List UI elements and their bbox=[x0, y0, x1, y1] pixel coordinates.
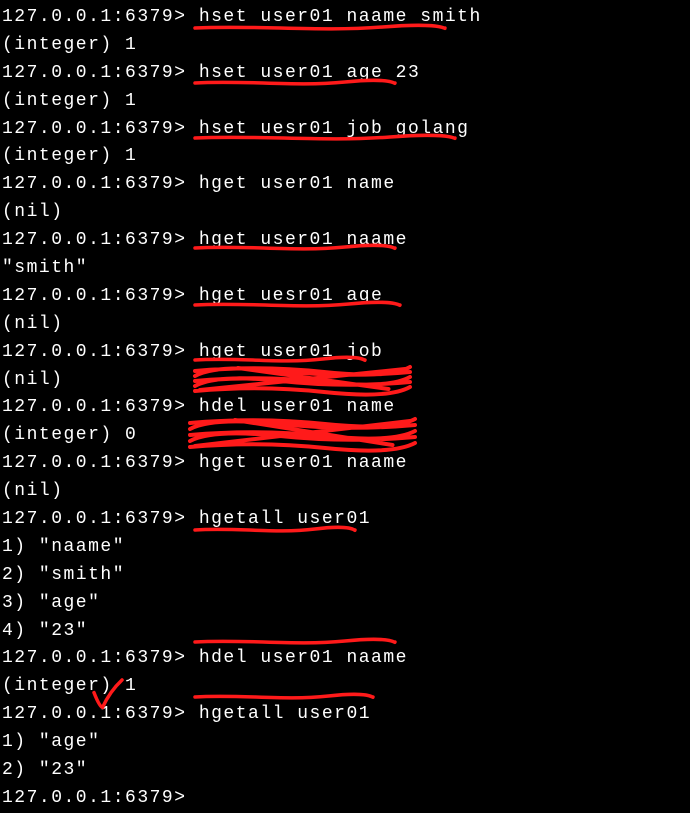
terminal-command-line: 127.0.0.1:6379> hget user01 name bbox=[2, 171, 688, 199]
command-text: hget user01 naame bbox=[187, 453, 408, 473]
terminal-command-line: 127.0.0.1:6379> hset user01 age 23 bbox=[2, 60, 688, 88]
terminal-output-line: (nil) bbox=[2, 367, 688, 395]
command-text: hgetall user01 bbox=[187, 704, 372, 724]
terminal-output-line: "smith" bbox=[2, 255, 688, 283]
command-text bbox=[187, 788, 199, 808]
terminal-command-line: 127.0.0.1:6379> bbox=[2, 785, 688, 813]
prompt: 127.0.0.1:6379> bbox=[2, 7, 187, 27]
terminal-output-line: (nil) bbox=[2, 199, 688, 227]
terminal-command-line: 127.0.0.1:6379> hgetall user01 bbox=[2, 701, 688, 729]
terminal-command-line: 127.0.0.1:6379> hget user01 job bbox=[2, 339, 688, 367]
command-text: hset user01 age 23 bbox=[187, 63, 421, 83]
prompt: 127.0.0.1:6379> bbox=[2, 286, 187, 306]
terminal-output-line: (nil) bbox=[2, 311, 688, 339]
terminal-command-line: 127.0.0.1:6379> hset user01 naame smith bbox=[2, 4, 688, 32]
terminal-output-line: (integer) 1 bbox=[2, 673, 688, 701]
prompt: 127.0.0.1:6379> bbox=[2, 648, 187, 668]
command-text: hset user01 naame smith bbox=[187, 7, 482, 27]
prompt: 127.0.0.1:6379> bbox=[2, 509, 187, 529]
prompt: 127.0.0.1:6379> bbox=[2, 704, 187, 724]
terminal-output-line: 1) "naame" bbox=[2, 534, 688, 562]
prompt: 127.0.0.1:6379> bbox=[2, 453, 187, 473]
prompt: 127.0.0.1:6379> bbox=[2, 397, 187, 417]
prompt: 127.0.0.1:6379> bbox=[2, 788, 187, 808]
command-text: hget user01 name bbox=[187, 174, 396, 194]
prompt: 127.0.0.1:6379> bbox=[2, 174, 187, 194]
terminal-output-line: 2) "smith" bbox=[2, 562, 688, 590]
command-text: hget user01 job bbox=[187, 342, 384, 362]
command-text: hgetall user01 bbox=[187, 509, 372, 529]
terminal-output-line: 1) "age" bbox=[2, 729, 688, 757]
terminal-output-line: (integer) 1 bbox=[2, 32, 688, 60]
terminal-command-line: 127.0.0.1:6379> hget user01 naame bbox=[2, 227, 688, 255]
terminal-command-line: 127.0.0.1:6379> hdel user01 name bbox=[2, 394, 688, 422]
terminal-output-line: (integer) 1 bbox=[2, 143, 688, 171]
command-text: hdel user01 name bbox=[187, 397, 396, 417]
prompt: 127.0.0.1:6379> bbox=[2, 230, 187, 250]
prompt: 127.0.0.1:6379> bbox=[2, 119, 187, 139]
prompt: 127.0.0.1:6379> bbox=[2, 63, 187, 83]
terminal-output-line: (integer) 0 bbox=[2, 422, 688, 450]
terminal-command-line: 127.0.0.1:6379> hget uesr01 age bbox=[2, 283, 688, 311]
terminal-output: 127.0.0.1:6379> hset user01 naame smith(… bbox=[2, 4, 688, 813]
command-text: hget uesr01 age bbox=[187, 286, 384, 306]
terminal-output-line: (nil) bbox=[2, 478, 688, 506]
terminal-output-line: 4) "23" bbox=[2, 618, 688, 646]
terminal-command-line: 127.0.0.1:6379> hget user01 naame bbox=[2, 450, 688, 478]
terminal-output-line: 2) "23" bbox=[2, 757, 688, 785]
command-text: hset uesr01 job golang bbox=[187, 119, 470, 139]
terminal-command-line: 127.0.0.1:6379> hgetall user01 bbox=[2, 506, 688, 534]
command-text: hget user01 naame bbox=[187, 230, 408, 250]
terminal-output-line: (integer) 1 bbox=[2, 88, 688, 116]
terminal-command-line: 127.0.0.1:6379> hset uesr01 job golang bbox=[2, 116, 688, 144]
terminal-command-line: 127.0.0.1:6379> hdel user01 naame bbox=[2, 645, 688, 673]
terminal-output-line: 3) "age" bbox=[2, 590, 688, 618]
command-text: hdel user01 naame bbox=[187, 648, 408, 668]
prompt: 127.0.0.1:6379> bbox=[2, 342, 187, 362]
